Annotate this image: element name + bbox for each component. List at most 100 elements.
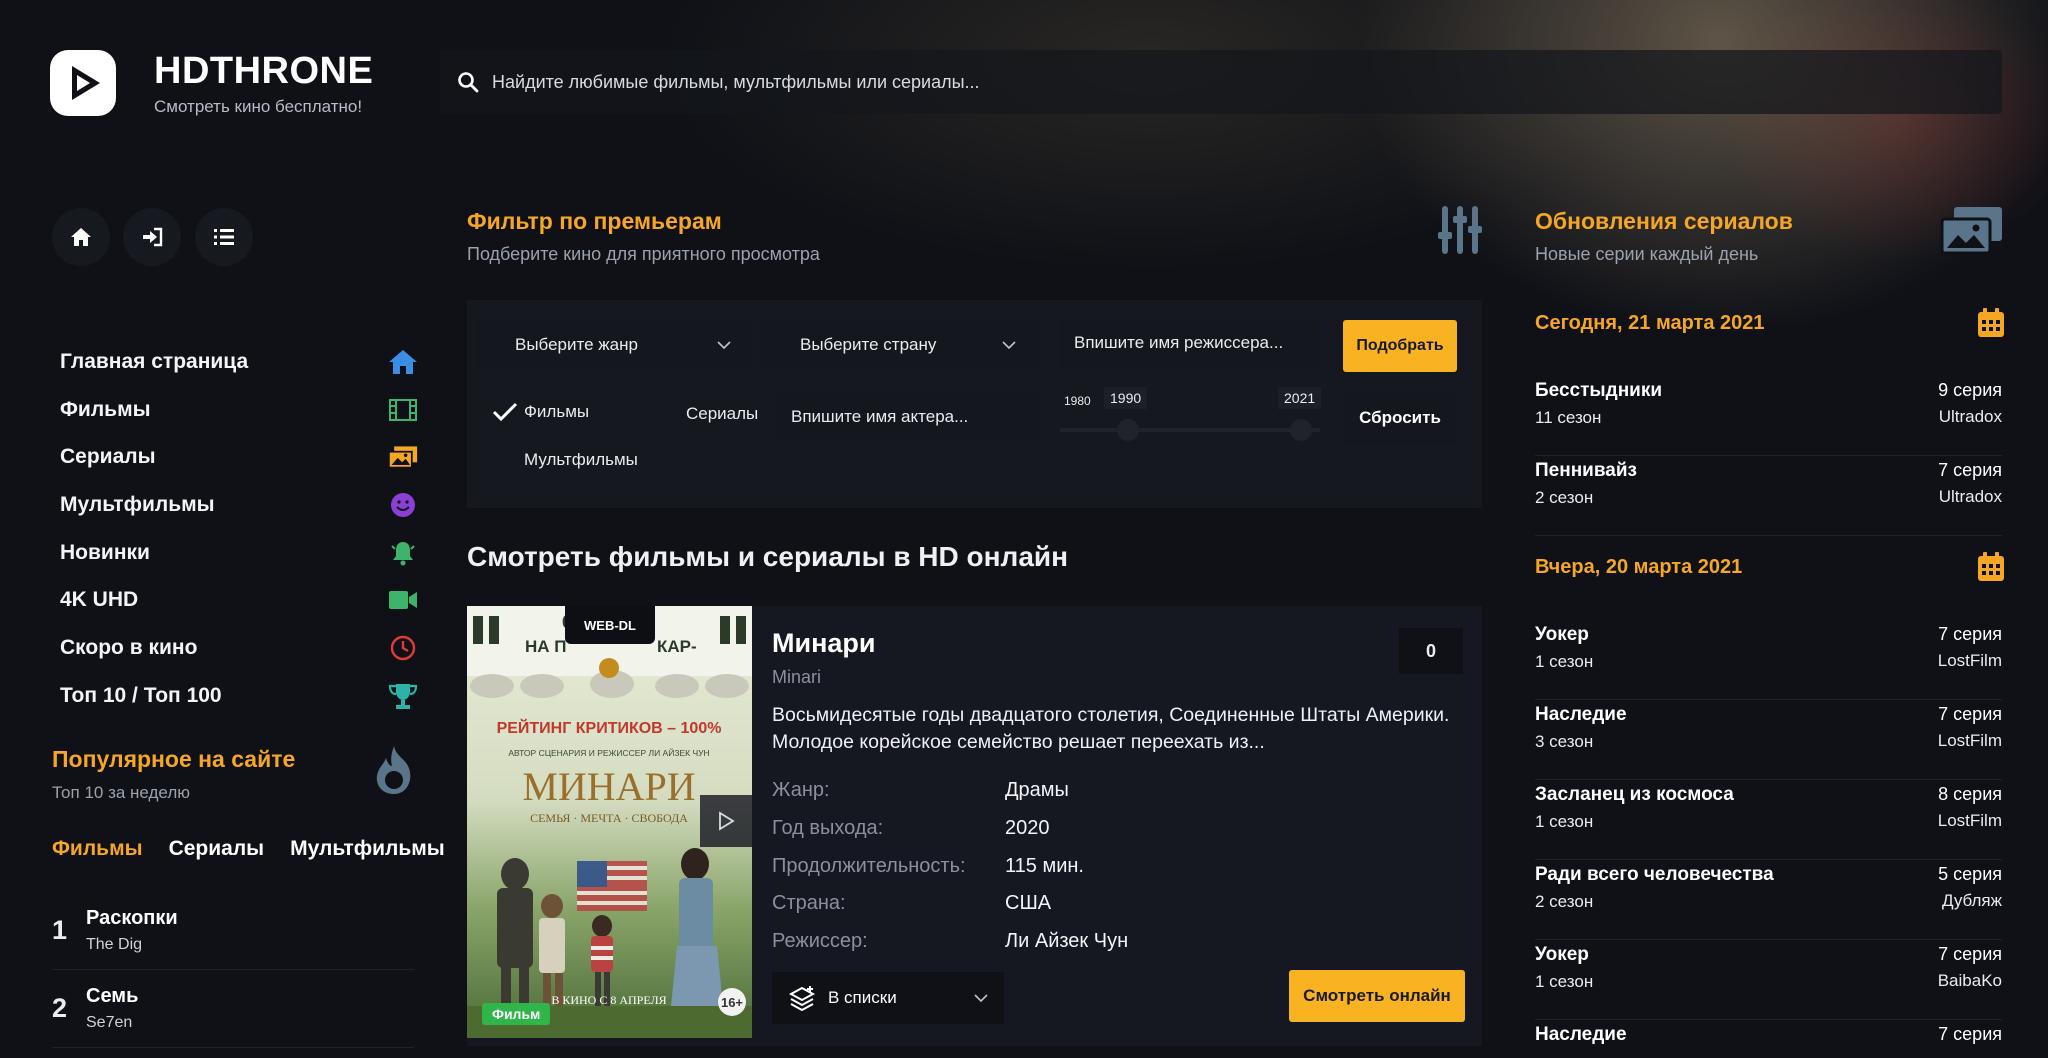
list-icon (214, 229, 234, 245)
meta-row-director: Режиссер: Ли Айзек Чун (772, 923, 1128, 961)
list-item[interactable]: 1 Раскопки The Dig (52, 892, 414, 970)
check-icon (492, 402, 518, 422)
checkbox-label: Фильмы (524, 402, 590, 421)
camera-icon (388, 585, 418, 615)
genre-select[interactable]: Выберите жанр (477, 320, 753, 370)
poster-text: НА П (525, 637, 567, 656)
chevron-down-icon (974, 993, 988, 1002)
nav-item-top[interactable]: Топ 10 / Топ 100 (60, 672, 418, 720)
actor-input[interactable]: Впишите имя актера... (777, 392, 1039, 442)
clock-icon (388, 633, 418, 663)
sidebar-nav: Главная страница Фильмы Сериалы Мультфил… (60, 338, 418, 720)
movie-meta: Жанр: Драмы Год выхода: 2020 Продолжительн… (772, 772, 1128, 960)
list-item[interactable]: 2 Семь Se7en (52, 970, 414, 1048)
rank: 2 (52, 993, 68, 1023)
country-select[interactable]: Выберите страну (762, 320, 1038, 370)
login-button[interactable] (123, 208, 181, 266)
year-slider-track[interactable] (1060, 428, 1320, 432)
popular-title: Популярное на сайте (52, 746, 296, 772)
poster-text: КАР- (657, 637, 697, 656)
nav-item-4k[interactable]: 4K UHD (60, 576, 418, 624)
popular-list: 1 Раскопки The Dig 2 Семь Se7en (52, 892, 414, 1048)
tab-cartoons[interactable]: Мультфильмы (290, 837, 445, 861)
play-button[interactable] (700, 795, 752, 847)
rating-badge: 0 (1399, 628, 1463, 674)
series-season: 2 сезон (1535, 892, 1594, 911)
list-item[interactable]: Наследие 3 сезон 7 серия LostFilm (1535, 700, 2002, 780)
series-episode: 7 серия (1938, 460, 2002, 480)
year-slider-handle-to[interactable] (1290, 419, 1312, 441)
tab-films[interactable]: Фильмы (52, 837, 143, 861)
series-name: Наследие (1535, 1024, 1627, 1045)
list-item[interactable]: Бесстыдники 11 сезон 9 серия Ultradox (1535, 376, 2002, 456)
nav-label: Топ 10 / Топ 100 (60, 683, 222, 707)
movie-original-title: Minari (772, 667, 822, 687)
nav-label: Скоро в кино (60, 635, 198, 659)
year-slider-handle-from[interactable] (1117, 419, 1139, 441)
nav-item-new[interactable]: Новинки (60, 529, 418, 577)
nav-item-cartoons[interactable]: Мультфильмы (60, 481, 418, 529)
home-button[interactable] (52, 208, 110, 266)
list-item[interactable]: Уокер 1 сезон 7 серия LostFilm (1535, 620, 2002, 700)
meta-value[interactable]: Драмы (1005, 779, 1069, 802)
series-name: Уокер (1535, 624, 1589, 645)
series-name: Пеннивайз (1535, 460, 1637, 481)
brand-title[interactable]: HDTHRONE (154, 50, 373, 93)
series-season: 1 сезон (1535, 812, 1594, 831)
item-original-title: The Dig (86, 936, 143, 953)
nav-item-films[interactable]: Фильмы (60, 386, 418, 434)
checkbox-label: Сериалы (686, 404, 759, 423)
tab-series[interactable]: Сериалы (169, 837, 265, 861)
list-item[interactable]: Наследие 7 серия (1535, 1020, 2002, 1058)
reset-filter-button[interactable]: Сбросить (1343, 392, 1457, 444)
search-bar[interactable] (440, 50, 2002, 114)
list-item[interactable]: Уокер 1 сезон 7 серия BaibaKo (1535, 940, 2002, 1020)
list-button[interactable] (195, 208, 253, 266)
rank: 1 (52, 915, 68, 945)
nav-item-home[interactable]: Главная страница (60, 338, 418, 386)
search-input[interactable] (492, 71, 1892, 93)
add-to-list-label: В списки (828, 988, 897, 1007)
submit-filter-button[interactable]: Подобрать (1343, 320, 1457, 372)
movie-title[interactable]: Минари (772, 628, 876, 659)
meta-key: Жанр: (772, 779, 830, 802)
meta-key: Страна: (772, 892, 846, 915)
meta-value[interactable]: Ли Айзек Чун (1005, 930, 1128, 953)
series-season: 11 сезон (1535, 408, 1602, 427)
filter-subtitle: Подберите кино для приятного просмотра (467, 244, 820, 264)
quality-badge: WEB-DL (565, 606, 655, 644)
watch-online-button[interactable]: Смотреть онлайн (1289, 970, 1465, 1022)
list-item[interactable]: Пеннивайз 2 сезон 7 серия Ultradox (1535, 456, 2002, 536)
poster-age: 16+ (721, 995, 743, 1010)
poster-name: МИНАРИ (522, 764, 695, 809)
nav-label: Мультфильмы (60, 492, 215, 516)
checkbox-series[interactable]: Сериалы (686, 404, 758, 424)
nav-item-soon[interactable]: Скоро в кино (60, 624, 418, 672)
trophy-icon (388, 681, 418, 711)
director-input[interactable]: Впишите имя режиссера... (1060, 318, 1322, 368)
list-item[interactable]: Ради всего человечества 2 сезон 5 серия Ду… (1535, 860, 2002, 940)
checkbox-cartoons[interactable]: Мультфильмы (524, 450, 638, 470)
checkbox-label: Мультфильмы (524, 450, 638, 469)
series-translator: LostFilm (1937, 811, 2002, 830)
chevron-down-icon (1002, 340, 1016, 349)
checkbox-films[interactable]: Фильмы (492, 402, 589, 422)
meta-value[interactable]: США (1005, 892, 1051, 915)
item-title: Семь (86, 985, 139, 1007)
login-icon (143, 227, 163, 247)
series-episode: 8 серия (1938, 784, 2002, 804)
series-episode: 7 серия (1938, 624, 2002, 644)
popular-tabs: Фильмы Сериалы Мультфильмы (52, 837, 445, 861)
series-season: 3 сезон (1535, 732, 1594, 751)
meta-value[interactable]: 2020 (1005, 817, 1050, 840)
home-icon (388, 347, 418, 377)
country-select-value: Выберите страну (800, 335, 937, 354)
series-name: Засланец из космоса (1535, 784, 1734, 805)
nav-item-series[interactable]: Сериалы (60, 433, 418, 481)
meta-key: Год выхода: (772, 817, 884, 840)
actor-placeholder: Впишите имя актера... (791, 407, 969, 426)
logo-icon[interactable] (50, 50, 116, 116)
add-to-list-button[interactable]: В списки (772, 972, 1004, 1024)
list-item[interactable]: Засланец из космоса 1 сезон 8 серия LostFi… (1535, 780, 2002, 860)
search-icon (458, 72, 479, 93)
